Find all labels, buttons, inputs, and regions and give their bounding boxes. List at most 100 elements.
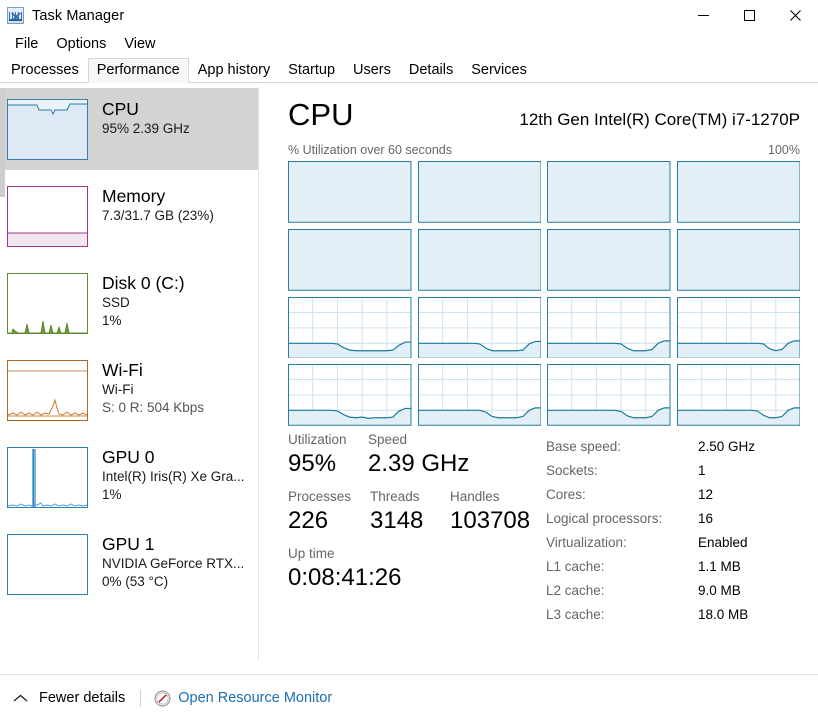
logical-processor-graph[interactable] bbox=[676, 161, 800, 223]
stat-utilization-value: 95% bbox=[288, 450, 337, 477]
sidebar-wifi-sub2: S: 0 R: 504 Kbps bbox=[102, 400, 205, 415]
spec-key: L3 cache: bbox=[546, 607, 605, 622]
logical-processor-graph[interactable] bbox=[417, 296, 541, 359]
tab-app-history[interactable]: App history bbox=[189, 58, 280, 83]
logical-processor-graph[interactable] bbox=[288, 296, 412, 359]
sidebar-wifi-title: Wi-Fi bbox=[102, 360, 143, 380]
sidebar-cpu-text: CPU 95% 2.39 GHz bbox=[102, 88, 190, 138]
stat-row-1: Utilization 95% Speed 2.39 GHz bbox=[288, 431, 546, 479]
stat-utilization: Utilization 95% bbox=[288, 431, 368, 479]
stat-uptime-value: 0:08:41:26 bbox=[288, 564, 402, 591]
logical-processor-graph[interactable] bbox=[676, 364, 800, 426]
title-bar: Task Manager bbox=[0, 0, 818, 31]
logical-processor-graph-grid[interactable] bbox=[288, 161, 800, 426]
spec-key: Logical processors: bbox=[546, 511, 663, 526]
logical-processor-graph[interactable] bbox=[288, 228, 412, 291]
resource-monitor-icon bbox=[154, 690, 171, 707]
logical-processor-graph[interactable] bbox=[676, 228, 800, 291]
spec-key: L1 cache: bbox=[546, 559, 605, 574]
graph-caption-left: % Utilization over 60 seconds bbox=[288, 143, 452, 157]
minimize-icon bbox=[697, 15, 709, 16]
main-content: CPU 95% 2.39 GHz Memory 7.3/31.7 GB (23%… bbox=[0, 83, 818, 674]
stat-handles-value: 103708 bbox=[450, 507, 531, 534]
sidebar-gpu0-sub1: Intel(R) Iris(R) Xe Gra... bbox=[102, 469, 245, 484]
sidebar-gpu1-sub1: NVIDIA GeForce RTX... bbox=[102, 556, 245, 571]
sidebar-memory-sub1: 7.3/31.7 GB (23%) bbox=[102, 208, 214, 223]
spec-row: Sockets: 1 bbox=[546, 459, 800, 483]
logical-processor-graph[interactable] bbox=[417, 161, 541, 223]
stats-left-column: Utilization 95% Speed 2.39 GHz Processes… bbox=[288, 431, 546, 627]
spec-value: 2.50 GHz bbox=[698, 439, 756, 454]
logical-processor-graph[interactable] bbox=[288, 161, 412, 223]
logical-processor-graph[interactable] bbox=[547, 364, 671, 426]
spec-key: L2 cache: bbox=[546, 583, 605, 598]
spec-key: Cores: bbox=[546, 487, 586, 502]
spec-key: Base speed: bbox=[546, 439, 622, 454]
sidebar-wifi-sub1: Wi-Fi bbox=[102, 382, 134, 397]
spec-row: L1 cache: 1.1 MB bbox=[546, 555, 800, 579]
tab-users[interactable]: Users bbox=[344, 58, 400, 83]
logical-processor-graph[interactable] bbox=[547, 296, 671, 359]
graph-caption: % Utilization over 60 seconds 100% bbox=[288, 143, 800, 157]
stat-row-3: Up time 0:08:41:26 bbox=[288, 545, 546, 593]
logical-processor-graph[interactable] bbox=[288, 364, 412, 426]
sidebar-gpu0-title: GPU 0 bbox=[102, 447, 155, 467]
memory-thumbnail-graph bbox=[7, 186, 88, 247]
sidebar-item-gpu-1[interactable]: GPU 1 NVIDIA GeForce RTX... 0% (53 °C) bbox=[0, 523, 258, 605]
spec-row: Virtualization: Enabled bbox=[546, 531, 800, 555]
sidebar-item-disk-0[interactable]: Disk 0 (C:) SSD 1% bbox=[0, 262, 258, 344]
logical-processor-graph[interactable] bbox=[676, 296, 800, 359]
stat-threads-label: Threads bbox=[370, 489, 420, 504]
sidebar-item-wifi[interactable]: Wi-Fi Wi-Fi S: 0 R: 504 Kbps bbox=[0, 349, 258, 431]
sidebar-scrollbar[interactable] bbox=[0, 89, 5, 197]
tab-startup[interactable]: Startup bbox=[279, 58, 344, 83]
sidebar-cpu-title: CPU bbox=[102, 99, 139, 119]
cpu-spec-list: Base speed: 2.50 GHz Sockets: 1 Cores: 12 Logi… bbox=[546, 431, 800, 627]
maximize-button[interactable] bbox=[726, 0, 772, 31]
logical-processor-graph[interactable] bbox=[417, 364, 541, 426]
stat-utilization-label: Utilization bbox=[288, 432, 347, 447]
logical-processor-graph[interactable] bbox=[417, 228, 541, 291]
tab-details[interactable]: Details bbox=[400, 58, 462, 83]
footer-separator bbox=[140, 689, 142, 707]
spec-key: Virtualization: bbox=[546, 535, 627, 550]
sidebar-memory-title: Memory bbox=[102, 186, 166, 206]
window-controls bbox=[680, 0, 818, 31]
close-button[interactable] bbox=[772, 0, 818, 31]
stat-uptime: Up time 0:08:41:26 bbox=[288, 545, 401, 593]
gpu0-thumbnail-graph bbox=[7, 447, 88, 508]
cpu-detail-pane: CPU 12th Gen Intel(R) Core(TM) i7-1270P … bbox=[258, 83, 818, 674]
minimize-button[interactable] bbox=[680, 0, 726, 31]
tab-processes[interactable]: Processes bbox=[2, 58, 88, 83]
sidebar-disk-sub2: 1% bbox=[102, 313, 122, 328]
menu-file[interactable]: File bbox=[6, 34, 47, 54]
sidebar-item-cpu[interactable]: CPU 95% 2.39 GHz bbox=[0, 88, 258, 170]
logical-processor-graph[interactable] bbox=[547, 161, 671, 223]
stat-threads-value: 3148 bbox=[370, 507, 424, 534]
sidebar-gpu1-text: GPU 1 NVIDIA GeForce RTX... 0% (53 °C) bbox=[102, 523, 244, 591]
resource-sidebar: CPU 95% 2.39 GHz Memory 7.3/31.7 GB (23%… bbox=[0, 83, 258, 674]
cpu-model-name: 12th Gen Intel(R) Core(TM) i7-1270P bbox=[519, 110, 800, 129]
spec-value: 16 bbox=[698, 511, 714, 526]
tab-services[interactable]: Services bbox=[462, 58, 536, 83]
spec-row: L2 cache: 9.0 MB bbox=[546, 579, 800, 603]
task-manager-icon bbox=[7, 7, 24, 24]
open-resource-monitor-link[interactable]: Open Resource Monitor bbox=[178, 690, 332, 706]
sidebar-wifi-text: Wi-Fi Wi-Fi S: 0 R: 504 Kbps bbox=[102, 349, 204, 417]
menu-view[interactable]: View bbox=[115, 34, 164, 54]
sidebar-gpu1-title: GPU 1 bbox=[102, 534, 155, 554]
stat-uptime-label: Up time bbox=[288, 546, 335, 561]
logical-processor-graph[interactable] bbox=[547, 228, 671, 291]
fewer-details-button[interactable]: Fewer details bbox=[39, 690, 125, 706]
sidebar-gpu0-sub2: 1% bbox=[102, 487, 122, 502]
menu-options[interactable]: Options bbox=[47, 34, 115, 54]
chevron-up-icon bbox=[13, 694, 28, 703]
sidebar-gpu0-text: GPU 0 Intel(R) Iris(R) Xe Gra... 1% bbox=[102, 436, 245, 504]
tab-performance[interactable]: Performance bbox=[87, 58, 189, 83]
spec-value: 12 bbox=[698, 487, 714, 502]
window-title: Task Manager bbox=[32, 7, 125, 24]
sidebar-item-gpu-0[interactable]: GPU 0 Intel(R) Iris(R) Xe Gra... 1% bbox=[0, 436, 258, 518]
cpu-thumbnail-graph bbox=[7, 99, 88, 160]
wifi-thumbnail-graph bbox=[7, 360, 88, 421]
sidebar-item-memory[interactable]: Memory 7.3/31.7 GB (23%) bbox=[0, 175, 258, 257]
